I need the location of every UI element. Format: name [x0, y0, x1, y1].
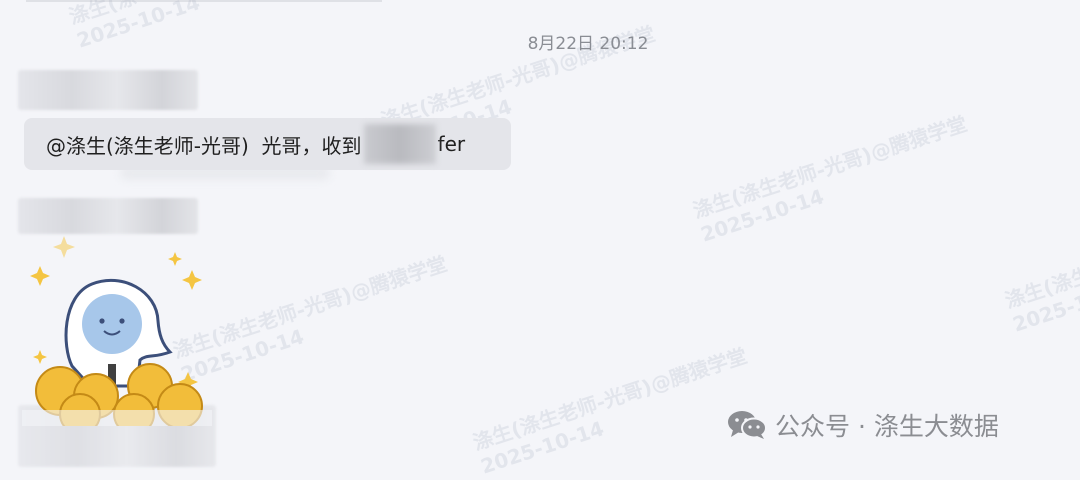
redacted-sender-name: [18, 70, 198, 110]
message-text-end: fer: [437, 132, 466, 156]
ghost-face: [82, 294, 142, 354]
footer-text: 公众号 · 涤生大数据: [775, 412, 999, 441]
watermark-right-upper: 涤生(涤生老师-光哥)@腾猿学堂 2025-10-14: [690, 111, 970, 247]
message-timestamp: 8月22日 20:12: [527, 34, 649, 54]
redacted-text: [363, 124, 436, 164]
sticker-image[interactable]: [22, 236, 212, 426]
watermark-left-middle: 涤生(涤生老师-光哥)@腾猿学堂 2025-10-14: [170, 251, 450, 387]
message-text-start: @涤生(涤生老师-光哥) 光哥，收到: [46, 133, 362, 158]
footer-brand: 公众号 · 涤生大数据: [727, 404, 999, 446]
watermark-bottom: 涤生(涤生老师-光哥)@腾猿学堂 2025-10-14: [470, 343, 750, 479]
watermark-right-edge: 涤生(涤生老师-光哥)@腾猿学堂 2025-10-14: [1002, 201, 1080, 337]
top-strip: [26, 0, 382, 2]
wechat-icon: [728, 411, 767, 439]
message-bubble[interactable]: @涤生(涤生老师-光哥) 光哥，收到 fer: [24, 118, 511, 170]
redacted-sender-name-2: [18, 198, 198, 234]
